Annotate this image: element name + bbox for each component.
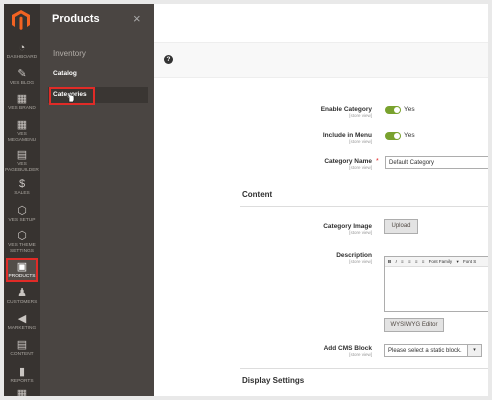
cms-block-label: Add CMS Block [store view]	[324, 345, 372, 357]
products-flyout: Products × Inventory Catalog Categories	[40, 4, 154, 396]
field-label: Enable Category	[320, 106, 372, 113]
nav-label: CONTENT	[10, 352, 34, 357]
flyout-title: Products	[52, 13, 100, 25]
nav-item-customers[interactable]: ♟ CUSTOMERS	[4, 287, 40, 306]
nav-item-products[interactable]: ▣ PRODUCTS	[6, 258, 38, 282]
store-icon: ▦	[16, 388, 28, 396]
align-center-icon[interactable]: ≡	[408, 257, 411, 266]
include-in-menu-toggle[interactable]	[385, 132, 401, 140]
nav-item-sales[interactable]: $ SALES	[4, 178, 40, 197]
nav-item-content[interactable]: ▤ CONTENT	[4, 339, 40, 358]
description-editor[interactable]: B I ≡ ≡ ≡ ≡ Font Family ▾ Font S	[384, 256, 488, 312]
field-label: Category Name	[324, 158, 372, 165]
nav-label: VES SETUP	[8, 218, 36, 223]
scope-label: [store view]	[349, 259, 372, 264]
nav-label: MARKETING	[7, 326, 37, 331]
nav-label: VES BLOG	[9, 81, 35, 86]
help-icon[interactable]: ?	[164, 55, 173, 64]
nav-label: SALES	[14, 191, 30, 196]
main-content: ? Enable Category [store view] Yes Inclu…	[154, 4, 488, 396]
section-heading-display-settings[interactable]: Display Settings	[242, 376, 304, 385]
upload-button[interactable]: Upload	[384, 219, 418, 234]
flyout-section-inventory: Inventory	[53, 49, 86, 58]
field-label: Category Image	[323, 223, 372, 230]
select-value: Please select a static block.	[388, 348, 462, 354]
hexagon-icon: ⬡	[17, 230, 27, 242]
include-in-menu-label: Include in Menu [store view]	[323, 132, 372, 144]
description-label: Description [store view]	[336, 252, 372, 264]
scope-label: [store view]	[349, 139, 372, 144]
align-justify-icon[interactable]: ≡	[422, 257, 425, 266]
scope-label: [store view]	[349, 165, 372, 170]
dashboard-icon: ◔	[18, 42, 26, 54]
nav-item-marketing[interactable]: ◀ MARKETING	[4, 313, 40, 332]
nav-item-ves-megamenu[interactable]: ▦ VES MEGAMENU	[4, 119, 40, 143]
align-right-icon[interactable]: ≡	[415, 257, 418, 266]
font-size-select[interactable]: Font S	[463, 257, 476, 266]
content-icon: ▤	[16, 339, 28, 351]
divider	[240, 368, 488, 369]
flyout-link-catalog[interactable]: Catalog	[53, 70, 77, 77]
nav-item-ves-theme-settings[interactable]: ⬡ VES THEME SETTINGS	[4, 230, 40, 254]
nav-label: DASHBOARD	[6, 55, 38, 60]
wysiwyg-editor-button[interactable]: WYSIWYG Editor	[384, 318, 444, 332]
page-builder-icon: ▤	[16, 149, 28, 161]
nav-item-reports[interactable]: ▮ REPORTS	[4, 366, 40, 385]
scope-label: [store view]	[349, 113, 372, 118]
enable-category-toggle[interactable]	[385, 106, 401, 114]
page-header	[154, 4, 488, 42]
close-icon[interactable]: ×	[133, 11, 141, 26]
field-label: Description	[336, 252, 372, 259]
enable-category-label: Enable Category [store view]	[321, 106, 372, 118]
include-in-menu-value: Yes	[404, 132, 415, 139]
nav-item-ves-brand[interactable]: ▦ VES BRAND	[4, 93, 40, 112]
nav-item-ves-blog[interactable]: ✎ VES BLOG	[4, 68, 40, 87]
bar-chart-icon: ▮	[18, 366, 26, 378]
nav-item-ves-setup[interactable]: ⬡ VES SETUP	[4, 205, 40, 224]
admin-sidebar: ◔ DASHBOARD ✎ VES BLOG ▦ VES BRAND ▦ VES…	[4, 4, 40, 396]
enable-category-value: Yes	[404, 106, 415, 113]
nav-label: CUSTOMERS	[6, 300, 38, 305]
required-marker: *	[376, 158, 379, 165]
nav-label: VES THEME SETTINGS	[8, 243, 36, 254]
divider	[240, 206, 488, 207]
megaphone-icon: ◀	[17, 313, 27, 325]
hand-cursor-icon	[67, 91, 75, 103]
store-icon: ▦	[16, 93, 28, 105]
page-actions-bar	[154, 42, 488, 78]
nav-item-stores[interactable]: ▦	[4, 388, 40, 396]
box-icon: ▣	[16, 261, 28, 273]
person-icon: ♟	[17, 287, 27, 299]
align-left-icon[interactable]: ≡	[401, 257, 404, 266]
nav-label: VES BRAND	[8, 106, 36, 111]
nav-label: REPORTS	[10, 379, 34, 384]
category-name-label: Category Name [store view]	[324, 158, 372, 170]
field-label: Include in Menu	[322, 132, 372, 139]
scope-label: [store view]	[349, 352, 372, 357]
grid-icon: ▦	[16, 119, 28, 131]
cms-block-select[interactable]: Please select a static block. ▾	[384, 344, 482, 357]
scope-label: [store view]	[349, 230, 372, 235]
pen-icon: ✎	[17, 68, 27, 80]
hexagon-icon: ⬡	[17, 205, 27, 217]
category-name-input[interactable]: Default Category	[385, 156, 488, 169]
dollar-icon: $	[18, 178, 26, 190]
font-family-select[interactable]: Font Family	[429, 257, 453, 266]
nav-label: VES MEGAMENU	[7, 132, 37, 143]
bold-icon[interactable]: B	[388, 257, 391, 266]
chevron-down-icon[interactable]: ▾	[456, 257, 458, 266]
nav-item-dashboard[interactable]: ◔ DASHBOARD	[4, 42, 40, 61]
field-label: Add CMS Block	[323, 345, 372, 352]
category-image-label: Category Image [store view]	[323, 223, 372, 235]
italic-icon[interactable]: I	[396, 257, 397, 266]
nav-item-ves-pagebuilder[interactable]: ▤ VES PAGEBUILDER	[4, 149, 40, 173]
editor-toolbar: B I ≡ ≡ ≡ ≡ Font Family ▾ Font S	[385, 257, 488, 267]
nav-label: VES PAGEBUILDER	[5, 162, 39, 173]
nav-label: PRODUCTS	[8, 274, 36, 279]
section-heading-content[interactable]: Content	[242, 190, 272, 199]
magento-logo[interactable]	[12, 10, 30, 30]
chevron-down-icon[interactable]: ▾	[467, 345, 481, 356]
